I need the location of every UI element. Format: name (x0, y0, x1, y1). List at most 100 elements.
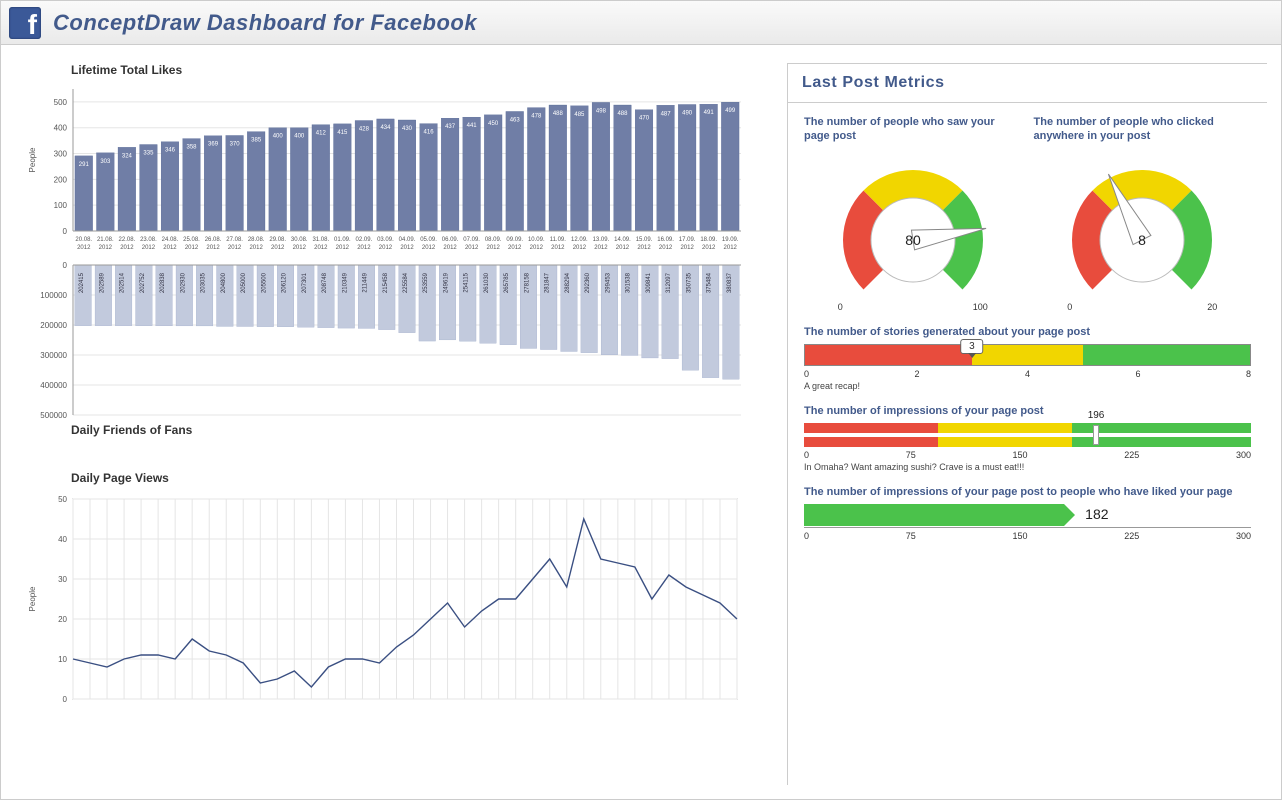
svg-text:07.09.: 07.09. (463, 237, 480, 243)
svg-text:People: People (28, 147, 37, 172)
svg-text:205500: 205500 (261, 272, 267, 293)
gauge-row: The number of people who saw your page p… (804, 115, 1251, 312)
svg-text:370: 370 (230, 141, 241, 147)
svg-text:207301: 207301 (302, 272, 308, 293)
svg-text:400: 400 (54, 124, 68, 133)
svg-text:People: People (28, 586, 37, 611)
content-area: Lifetime Total Likes 0100200300400500Peo… (1, 45, 1281, 799)
gauge-click-title: The number of people who clicked anywher… (1034, 115, 1252, 144)
svg-text:2012: 2012 (680, 245, 694, 251)
svg-text:04.09.: 04.09. (399, 237, 416, 243)
svg-text:2012: 2012 (228, 245, 242, 251)
svg-text:22.08.: 22.08. (119, 237, 136, 243)
impressions-liked-track: 182 (804, 504, 1251, 528)
svg-text:208748: 208748 (322, 272, 328, 293)
svg-text:498: 498 (596, 108, 607, 114)
svg-text:335: 335 (143, 151, 154, 157)
svg-text:2012: 2012 (637, 245, 651, 251)
svg-text:350735: 350735 (686, 272, 692, 293)
dashboard-sheet: f ConceptDraw Dashboard for Facebook Lif… (0, 0, 1282, 800)
svg-text:2012: 2012 (422, 245, 436, 251)
svg-text:16.09.: 16.09. (657, 237, 674, 243)
gauge-saw-min: 0 (838, 302, 843, 312)
svg-text:265785: 265785 (504, 272, 510, 293)
svg-text:19.09.: 19.09. (722, 237, 739, 243)
svg-text:2012: 2012 (594, 245, 608, 251)
svg-text:10: 10 (58, 655, 67, 664)
gauge-saw-max: 100 (973, 302, 988, 312)
svg-text:23.08.: 23.08. (140, 237, 157, 243)
gauge-click: The number of people who clicked anywher… (1034, 115, 1252, 312)
svg-text:211449: 211449 (363, 272, 369, 292)
svg-text:470: 470 (639, 116, 650, 122)
last-post-panel: Last Post Metrics The number of people w… (787, 63, 1267, 785)
svg-text:2012: 2012 (120, 245, 134, 251)
svg-text:17.09.: 17.09. (679, 237, 696, 243)
svg-text:2012: 2012 (508, 245, 522, 251)
svg-text:415: 415 (337, 130, 348, 136)
svg-text:10.09.: 10.09. (528, 237, 545, 243)
svg-text:2012: 2012 (99, 245, 113, 251)
svg-text:2012: 2012 (551, 245, 565, 251)
svg-text:80: 80 (905, 232, 921, 248)
svg-text:485: 485 (574, 112, 585, 118)
svg-text:206120: 206120 (282, 272, 288, 293)
app-title: ConceptDraw Dashboard for Facebook (53, 10, 477, 36)
impressions-value: 196 (1088, 410, 1105, 421)
svg-text:30: 30 (58, 575, 67, 584)
svg-text:12.09.: 12.09. (571, 237, 588, 243)
svg-text:249619: 249619 (443, 272, 449, 293)
svg-text:8: 8 (1138, 232, 1146, 248)
svg-text:309841: 309841 (646, 272, 652, 293)
svg-text:312097: 312097 (666, 272, 672, 293)
svg-text:2012: 2012 (443, 245, 457, 251)
svg-text:14.09.: 14.09. (614, 237, 631, 243)
gauge-saw: The number of people who saw your page p… (804, 115, 1022, 312)
svg-text:346: 346 (165, 148, 176, 154)
svg-text:205000: 205000 (241, 272, 247, 293)
impressions-liked-value: 182 (1085, 506, 1108, 522)
svg-text:210349: 210349 (342, 272, 348, 293)
svg-text:202752: 202752 (140, 272, 146, 293)
svg-text:21.08.: 21.08. (97, 237, 114, 243)
svg-text:2012: 2012 (271, 245, 285, 251)
svg-text:202514: 202514 (120, 272, 126, 293)
views-chart-title: Daily Page Views (71, 471, 769, 485)
svg-text:18.09.: 18.09. (700, 237, 717, 243)
svg-text:28.08.: 28.08. (248, 237, 265, 243)
svg-text:2012: 2012 (206, 245, 220, 251)
impressions-title: The number of impressions of your page p… (804, 405, 1251, 417)
stories-title: The number of stories generated about yo… (804, 326, 1251, 338)
stories-ticks: 02468 (804, 369, 1251, 379)
svg-text:31.08.: 31.08. (312, 237, 329, 243)
svg-text:412: 412 (316, 131, 327, 137)
svg-text:2012: 2012 (293, 245, 307, 251)
svg-text:2012: 2012 (573, 245, 587, 251)
impressions-section: The number of impressions of your page p… (804, 405, 1251, 472)
svg-text:2012: 2012 (465, 245, 479, 251)
svg-text:299453: 299453 (605, 272, 611, 293)
svg-text:369: 369 (208, 142, 219, 148)
svg-text:324: 324 (122, 153, 133, 159)
svg-text:24.08.: 24.08. (162, 237, 179, 243)
svg-text:09.09.: 09.09. (506, 237, 523, 243)
svg-text:278158: 278158 (524, 272, 530, 293)
gauge-click-max: 20 (1207, 302, 1217, 312)
svg-text:288294: 288294 (565, 272, 571, 293)
svg-text:2012: 2012 (659, 245, 673, 251)
svg-text:500: 500 (54, 98, 68, 107)
impressions-liked-section: The number of impressions of your page p… (804, 486, 1251, 541)
svg-text:385: 385 (251, 138, 262, 144)
gauge-saw-title: The number of people who saw your page p… (804, 115, 1022, 144)
svg-text:292360: 292360 (585, 272, 591, 293)
svg-text:400: 400 (294, 134, 305, 140)
svg-text:380837: 380837 (727, 272, 733, 293)
svg-text:0: 0 (63, 261, 68, 270)
svg-text:2012: 2012 (314, 245, 328, 251)
svg-text:02.09.: 02.09. (356, 237, 373, 243)
impressions-caption: In Omaha? Want amazing sushi? Crave is a… (804, 462, 1251, 472)
svg-text:204800: 204800 (221, 272, 227, 293)
svg-text:303: 303 (100, 159, 111, 165)
svg-text:15.09.: 15.09. (636, 237, 653, 243)
svg-text:03.09.: 03.09. (377, 237, 394, 243)
